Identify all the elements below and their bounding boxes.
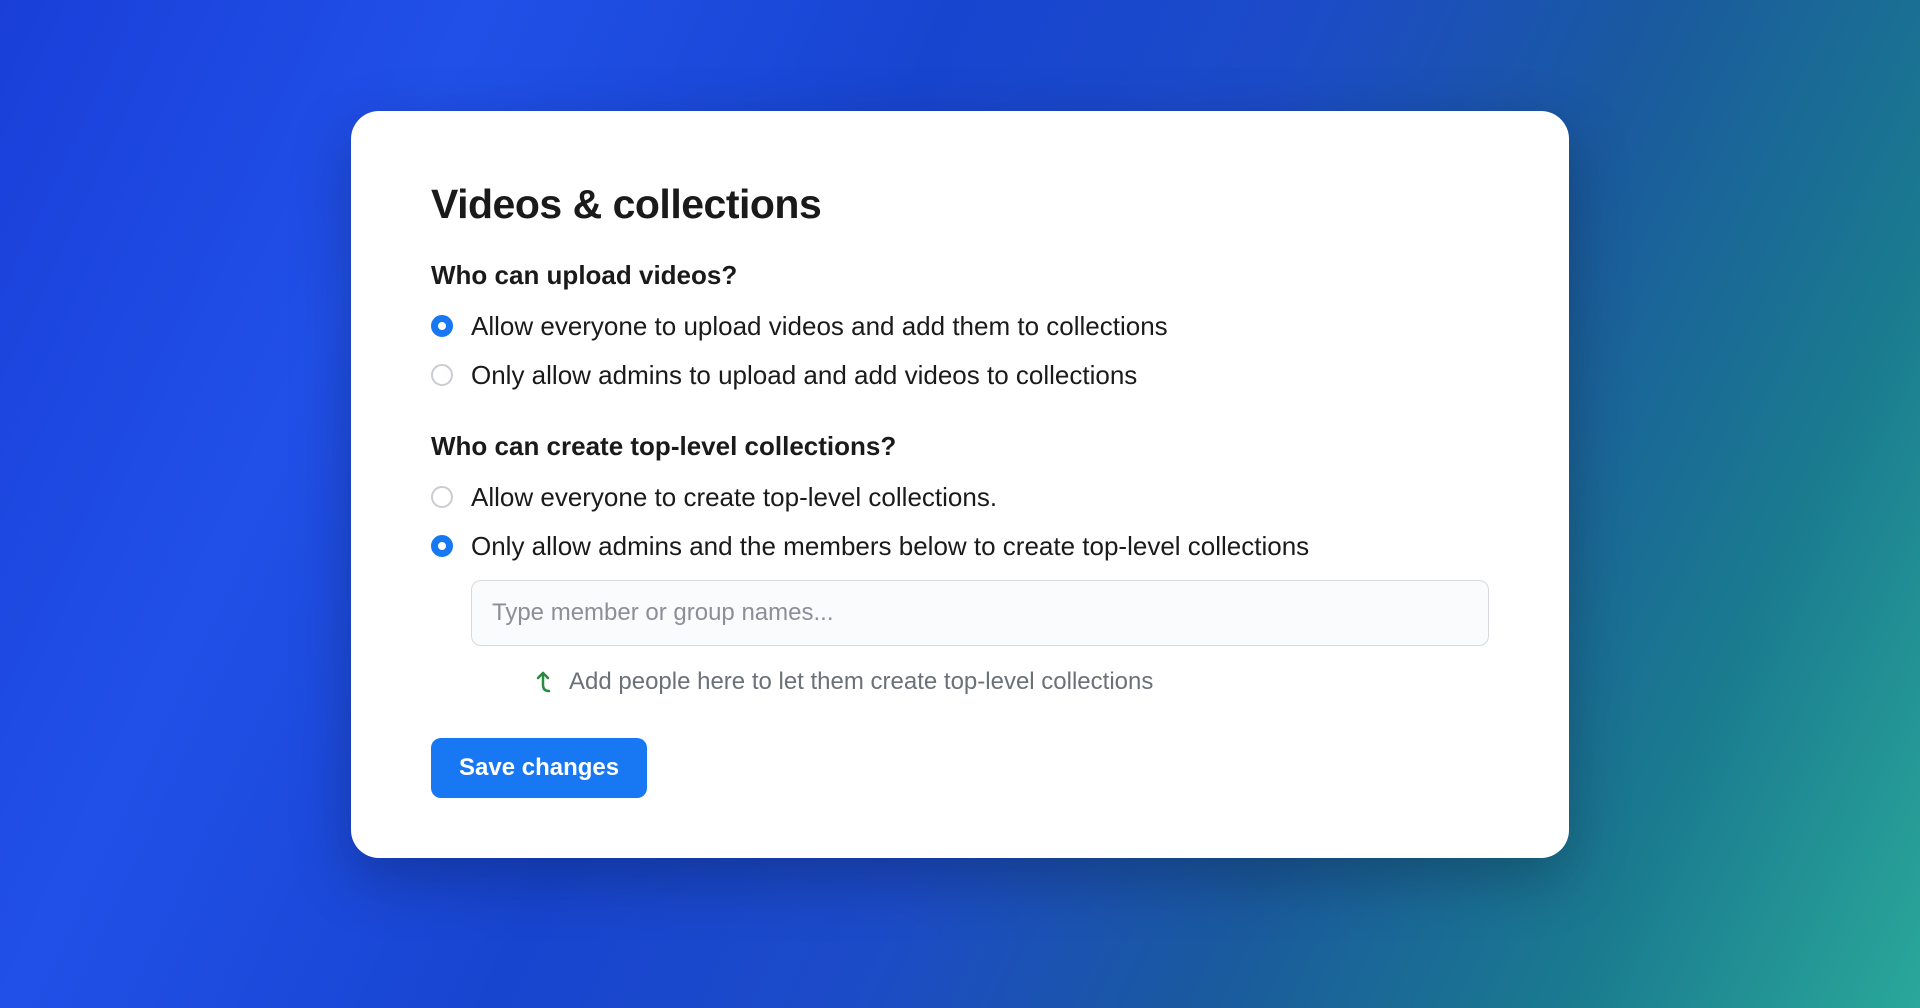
- save-button[interactable]: Save changes: [431, 738, 647, 798]
- upload-option-everyone[interactable]: Allow everyone to upload videos and add …: [431, 311, 1489, 342]
- upload-section-title: Who can upload videos?: [431, 260, 1489, 291]
- radio-icon: [431, 486, 453, 508]
- settings-card: Videos & collections Who can upload vide…: [351, 111, 1569, 858]
- card-title: Videos & collections: [431, 181, 1489, 228]
- member-input[interactable]: [471, 580, 1489, 646]
- collections-section-title: Who can create top-level collections?: [431, 431, 1489, 462]
- collections-option-everyone[interactable]: Allow everyone to create top-level colle…: [431, 482, 1489, 513]
- upload-option-admins[interactable]: Only allow admins to upload and add vide…: [431, 360, 1489, 391]
- curved-arrow-icon: [531, 669, 555, 695]
- upload-radio-group: Allow everyone to upload videos and add …: [431, 311, 1489, 391]
- radio-icon: [431, 364, 453, 386]
- help-text: Add people here to let them create top-l…: [569, 668, 1153, 696]
- upload-section: Who can upload videos? Allow everyone to…: [431, 260, 1489, 391]
- radio-icon: [431, 535, 453, 557]
- collections-option-admins[interactable]: Only allow admins and the members below …: [431, 531, 1489, 562]
- radio-label: Only allow admins to upload and add vide…: [471, 360, 1137, 391]
- radio-icon: [431, 315, 453, 337]
- collections-section: Who can create top-level collections? Al…: [431, 431, 1489, 696]
- radio-label: Only allow admins and the members below …: [471, 531, 1309, 562]
- collections-radio-group: Allow everyone to create top-level colle…: [431, 482, 1489, 696]
- member-input-wrapper: Add people here to let them create top-l…: [471, 580, 1489, 696]
- radio-label: Allow everyone to upload videos and add …: [471, 311, 1168, 342]
- radio-label: Allow everyone to create top-level colle…: [471, 482, 997, 513]
- help-row: Add people here to let them create top-l…: [531, 668, 1489, 696]
